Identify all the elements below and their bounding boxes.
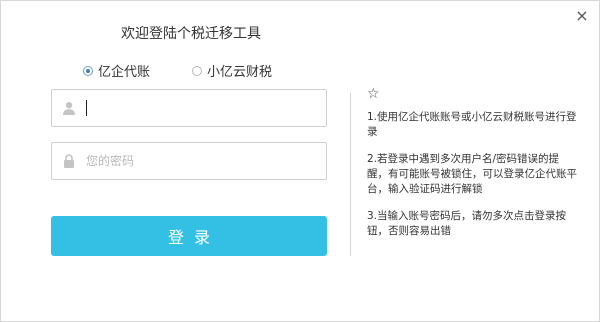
- tip-item: 3.当输入账号密码后，请勿多次点击登录按钮，否则容易出错: [367, 210, 567, 237]
- lock-icon: [52, 154, 86, 168]
- username-input[interactable]: [87, 93, 326, 123]
- radio-label-xiaoyi: 小亿云财税: [207, 65, 273, 80]
- close-icon: ×: [575, 6, 589, 25]
- tip-item: 1.使用亿企代账账号或小亿云财税账号进行登录: [367, 111, 577, 138]
- radio-option-yiqi[interactable]: 亿企代账: [83, 61, 150, 80]
- close-button[interactable]: ×: [573, 7, 591, 25]
- vertical-divider: [350, 93, 351, 256]
- tips-panel: ☆ 1.使用亿企代账账号或小亿云财税账号进行登录 2.若登录中遇到多次用户名/密…: [367, 86, 577, 251]
- account-type-radio-group: 亿企代账 小亿云财税: [83, 61, 323, 80]
- login-window: × 欢迎登陆个税迁移工具 亿企代账 小亿云财税 登录 ☆ 1.使用亿企代账账号或…: [0, 0, 600, 322]
- password-field[interactable]: [51, 142, 327, 180]
- password-input[interactable]: [86, 146, 326, 176]
- radio-label-yiqi: 亿企代账: [98, 65, 151, 80]
- star-icon: ☆: [367, 86, 380, 102]
- tip-item: 2.若登录中遇到多次用户名/密码错误的提醒，有可能账号被锁住，可以登录亿企代账平…: [367, 153, 577, 195]
- login-button[interactable]: 登录: [51, 216, 327, 256]
- radio-unchecked-icon: [192, 65, 203, 76]
- username-field[interactable]: [51, 89, 327, 127]
- user-icon: [52, 101, 86, 115]
- page-title: 欢迎登陆个税迁移工具: [121, 26, 261, 42]
- radio-option-xiaoyi[interactable]: 小亿云财税: [192, 61, 272, 80]
- radio-checked-icon: [83, 65, 93, 76]
